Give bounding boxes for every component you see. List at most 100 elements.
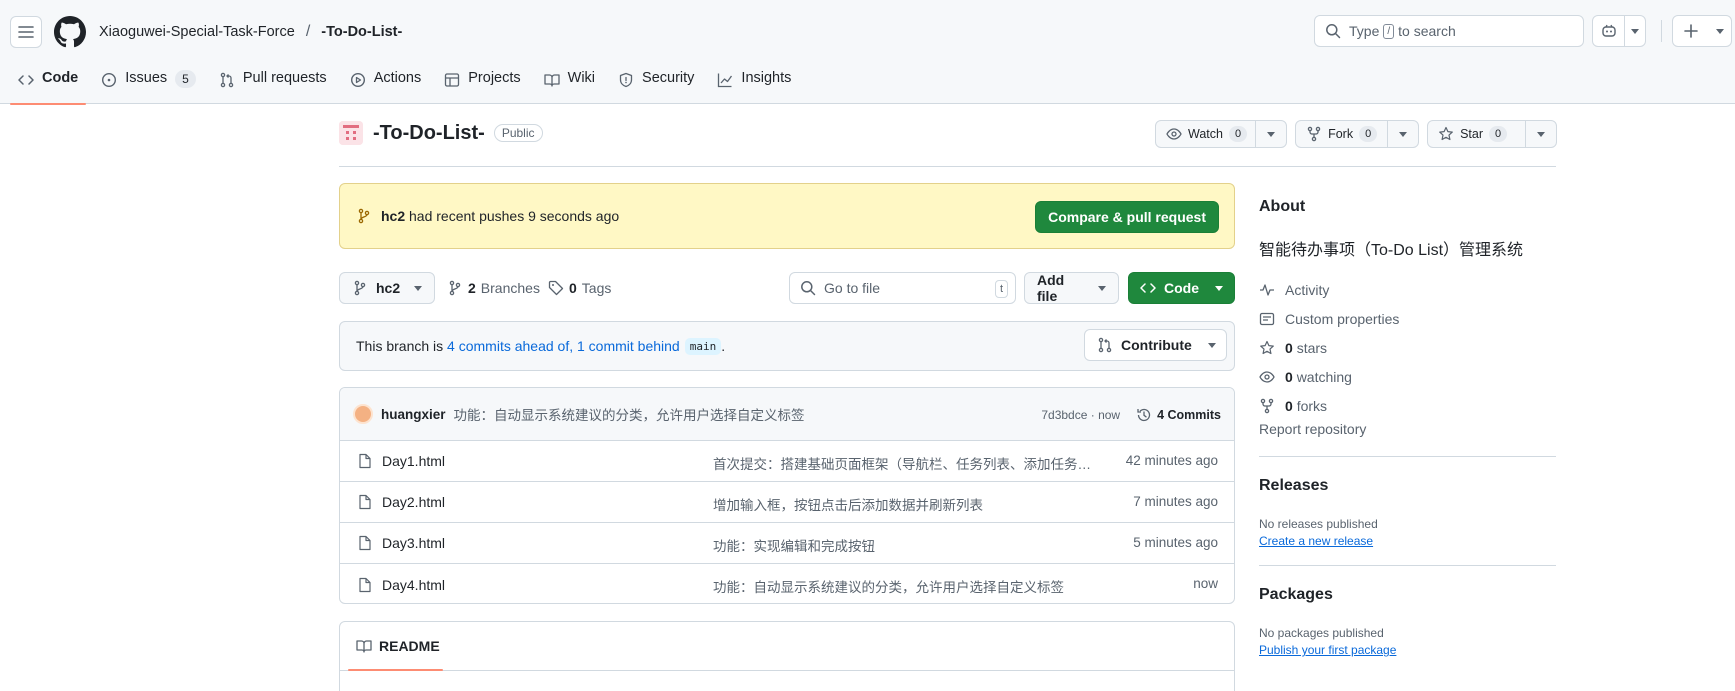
star-label: Star [1460,127,1484,141]
file-icon [357,453,373,469]
fork-button[interactable]: Fork 0 [1296,121,1389,147]
tags-count: 0 [569,280,577,296]
pull-request-icon [1097,337,1113,353]
tab-actions[interactable]: Actions [342,64,430,104]
book-icon [356,638,372,654]
star-icon [1259,340,1275,356]
breadcrumb-owner[interactable]: Xiaoguwei-Special-Task-Force [99,24,295,40]
triangle-down-icon [1267,131,1276,137]
create-new-dropdown[interactable] [1709,28,1731,34]
table-row: Day1.html 首次提交：搭建基础页面框架（导航栏、任务列表、添加任务按钮）… [340,441,1234,482]
stars-label: stars [1296,339,1328,356]
file-commit-message[interactable]: 功能：实现编辑和完成按钮 [713,535,1093,555]
table-row: Day4.html 功能：自动显示系统建议的分类，允许用户选择自定义标签 now [340,564,1234,603]
file-name[interactable]: Day1.html [382,453,445,469]
fork-dropdown[interactable] [1388,121,1418,147]
tab-issues[interactable]: Issues 5 [93,64,204,104]
tab-label: Pull requests [242,70,327,86]
watch-dropdown[interactable] [1256,121,1286,147]
star-dropdown[interactable] [1526,121,1556,147]
branch-status-prefix: This branch is [356,338,444,354]
about-heading: About [1259,198,1306,215]
star-button[interactable]: Star 0 [1428,121,1527,147]
tab-pull-requests[interactable]: Pull requests [211,64,335,104]
commit-author[interactable]: huangxier [381,407,446,422]
repo-description: 智能待办事项（To-Do List）管理系统 [1259,242,1524,259]
eye-icon [1259,369,1275,385]
triangle-down-icon [1716,28,1724,34]
tab-code[interactable]: Code [10,64,87,105]
code-button[interactable]: Code [1128,272,1235,304]
file-commit-message[interactable]: 增加输入框，按钮点击后添加数据并刷新列表 [713,494,1093,514]
file-list: huangxier 功能：自动显示系统建议的分类，允许用户选择自定义标签 7d3… [339,387,1235,604]
menu-button[interactable] [10,16,42,48]
file-name[interactable]: Day2.html [382,494,445,510]
search-input[interactable]: Type / to search [1314,15,1584,47]
repo-name[interactable]: -To-Do-List- [373,122,485,145]
publish-package-link[interactable]: Publish your first package [1259,643,1396,657]
hamburger-icon [18,24,34,40]
tags-link[interactable]: 0 Tags [548,272,611,304]
breadcrumb-repo[interactable]: -To-Do-List- [321,24,402,40]
branches-link[interactable]: 2 Branches [447,272,540,304]
create-release-link[interactable]: Create a new release [1259,534,1373,548]
commit-behind-link[interactable]: 1 commit behind [577,338,680,354]
watch-label: Watch [1188,127,1223,141]
branches-label: Branches [480,280,540,296]
pulse-icon [1259,282,1275,298]
go-to-file-shortcut: t [994,280,1008,298]
commits-ahead-link[interactable]: 4 commits ahead of, [447,338,573,354]
forks-label: forks [1296,397,1328,414]
go-to-file-input[interactable]: Go to file t [789,272,1016,304]
watch-count: 0 [1228,126,1248,142]
file-name[interactable]: Day3.html [382,535,445,551]
watch-button[interactable]: Watch 0 [1156,121,1257,147]
file-name[interactable]: Day4.html [382,577,445,593]
create-new-button[interactable] [1673,24,1709,38]
tab-projects[interactable]: Projects [436,64,528,104]
contribute-button[interactable]: Contribute [1084,329,1227,361]
push-message: hc2 had recent pushes 9 seconds ago [381,208,619,224]
custom-properties-link[interactable]: Custom properties [1259,304,1399,333]
github-logo-icon[interactable] [54,16,86,48]
branch-selector[interactable]: hc2 [339,272,435,304]
tab-insights[interactable]: Insights [709,64,799,104]
go-to-file-placeholder: Go to file [824,280,881,296]
stars-link[interactable]: 0 stars [1259,333,1399,362]
tab-label: Projects [468,70,521,86]
compare-pull-request-button[interactable]: Compare & pull request [1035,201,1219,233]
readme-label: README [379,638,440,654]
commits-history-link[interactable]: 4 Commits [1136,407,1221,423]
commit-hash-time[interactable]: 7d3bdce · now [1041,408,1120,422]
search-icon [800,280,816,296]
file-commit-message[interactable]: 功能：自动显示系统建议的分类，允许用户选择自定义标签 [713,576,1093,596]
add-file-label: Add file [1037,272,1065,304]
copilot-icon [1601,23,1617,39]
tab-security[interactable]: Security [610,64,702,104]
fork-icon [1306,126,1322,142]
triangle-down-icon [1215,285,1223,291]
tab-label: Security [642,70,695,86]
base-branch-chip: main [684,337,722,355]
releases-heading[interactable]: Releases [1259,477,1328,495]
forks-link[interactable]: 0 forks [1259,391,1399,420]
breadcrumb-separator: / [305,23,311,40]
repo-avatar [339,121,363,145]
tab-wiki[interactable]: Wiki [536,64,603,104]
code-icon [18,72,34,88]
activity-link[interactable]: Activity [1259,275,1399,304]
copilot-button[interactable] [1593,16,1625,46]
add-file-button[interactable]: Add file [1024,272,1119,304]
report-repository-link[interactable]: Report repository [1259,421,1366,437]
copilot-dropdown-button[interactable] [1625,16,1645,46]
file-commit-message[interactable]: 首次提交：搭建基础页面框架（导航栏、任务列表、添加任务按钮） [713,453,1093,473]
readme-tab[interactable]: README [340,622,1234,671]
packages-heading[interactable]: Packages [1259,586,1333,604]
book-icon [543,72,560,88]
avatar[interactable] [353,404,373,424]
fork-label: Fork [1328,127,1354,141]
watching-link[interactable]: 0 watching [1259,362,1399,391]
commit-message[interactable]: 功能：自动显示系统建议的分类，允许用户选择自定义标签 [454,404,805,424]
push-branch[interactable]: hc2 [381,208,405,224]
watch-button-group: Watch 0 [1155,120,1288,148]
